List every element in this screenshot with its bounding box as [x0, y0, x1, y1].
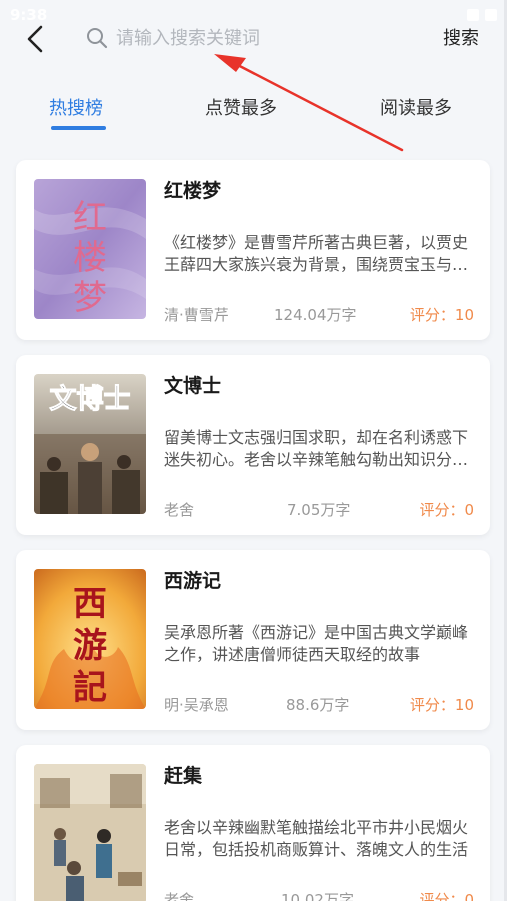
book-title: 红楼梦	[164, 180, 222, 202]
search-input[interactable]	[116, 27, 396, 49]
chevron-left-icon	[27, 25, 43, 53]
search-icon	[87, 28, 108, 49]
book-card[interactable]: 西 游 記 西游记 吴承恩所著《西游记》是中国古典文学巅峰之作，讲述唐僧师徒西天…	[16, 550, 490, 730]
book-card[interactable]: 赶集 老舍以辛辣幽默笔触描绘北平市井小民烟火日常，包括投机商贩算计、落魄文人的生…	[16, 745, 490, 901]
tab-most-liked[interactable]: 点赞最多	[205, 94, 277, 120]
book-cover: 文博士	[34, 374, 146, 514]
book-card[interactable]: 文博士 文博士 留美博士文志强归国求职，却在名利诱惑下迷失初心。老舍以辛辣笔触勾…	[16, 355, 490, 535]
book-word-count: 10.02万字	[281, 891, 354, 901]
book-cover: 红 楼 梦	[34, 179, 146, 319]
book-word-count: 88.6万字	[286, 696, 350, 714]
score-value: 0	[464, 501, 474, 519]
book-description: 吴承恩所著《西游记》是中国古典文学巅峰之作，讲述唐僧师徒西天取经的故事	[164, 623, 469, 664]
score-value: 0	[464, 891, 474, 901]
search-box[interactable]	[78, 20, 408, 56]
cover-char: 記	[73, 668, 107, 708]
book-score: 评分：0	[419, 889, 474, 901]
cover-char: 梦	[73, 278, 107, 318]
score-value: 10	[454, 696, 474, 714]
search-button[interactable]: 搜索	[443, 24, 479, 50]
book-description: 留美博士文志强归国求职，却在名利诱惑下迷失初心。老舍以辛辣笔触勾勒出知识分子的困…	[164, 428, 469, 469]
book-description: 《红楼梦》是曹雪芹所著古典巨著，以贾史王薛四大家族兴衰为背景，围绕贾宝玉与林黛玉…	[164, 233, 469, 274]
book-author: 清·曹雪芹	[164, 306, 229, 324]
book-cover: 西 游 記	[34, 569, 146, 709]
book-score: 评分：10	[410, 694, 474, 715]
search-header: 搜索	[0, 14, 507, 64]
book-title: 西游记	[164, 570, 222, 592]
cover-title: 文博士	[50, 383, 131, 415]
book-author: 明·吴承恩	[164, 696, 229, 714]
book-author: 老舍	[164, 891, 195, 901]
tab-most-read[interactable]: 阅读最多	[380, 94, 452, 120]
score-label: 评分：	[419, 891, 465, 901]
active-tab-indicator	[51, 126, 106, 130]
book-score: 评分：10	[410, 304, 474, 325]
book-author: 老舍	[164, 501, 195, 519]
book-card[interactable]: 红 楼 梦 红楼梦 《红楼梦》是曹雪芹所著古典巨著，以贾史王薛四大家族兴衰为背景…	[16, 160, 490, 340]
tab-bar: 热搜榜 点赞最多 阅读最多	[0, 88, 507, 138]
cover-char: 红	[73, 198, 107, 238]
tab-hot-search[interactable]: 热搜榜	[49, 94, 103, 120]
score-label: 评分：	[419, 501, 465, 519]
back-button[interactable]	[20, 22, 50, 56]
score-value: 10	[454, 306, 474, 324]
book-score: 评分：0	[419, 499, 474, 520]
book-word-count: 124.04万字	[274, 306, 357, 324]
cover-char: 楼	[73, 238, 107, 278]
book-title: 文博士	[164, 375, 222, 397]
cover-char: 游	[73, 626, 107, 666]
score-label: 评分：	[409, 306, 455, 324]
book-cover	[34, 764, 146, 901]
book-word-count: 7.05万字	[287, 501, 351, 519]
book-description: 老舍以辛辣幽默笔触描绘北平市井小民烟火日常，包括投机商贩算计、落魄文人的生活	[164, 818, 469, 859]
cover-char: 西	[73, 584, 107, 624]
book-title: 赶集	[164, 765, 203, 787]
score-label: 评分：	[409, 696, 455, 714]
